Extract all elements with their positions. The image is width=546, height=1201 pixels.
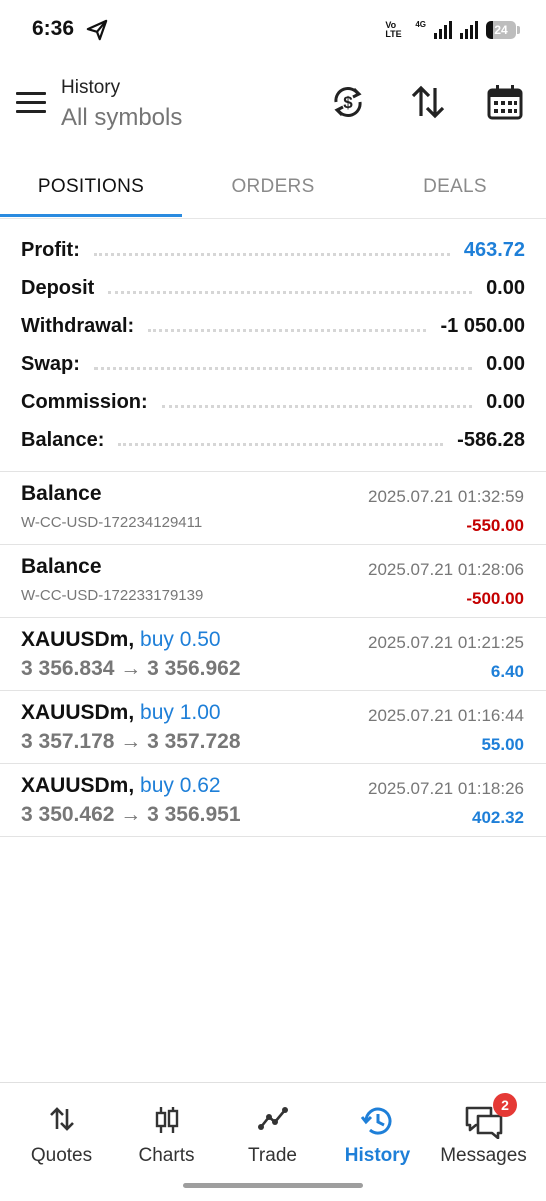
status-icons: Vo LTE 4G 24 xyxy=(385,18,520,42)
item-prices: 3 350.462 → 3 356.951 xyxy=(21,803,241,826)
send-icon xyxy=(86,19,108,41)
item-comment: W-CC-USD-172234129411 xyxy=(21,514,203,531)
item-amount: 402.32 xyxy=(472,808,524,827)
summary-value: 0.00 xyxy=(486,390,525,413)
summary-value: 0.00 xyxy=(486,352,525,375)
summary-row-balance: Balance: -586.28 xyxy=(21,421,525,459)
battery-icon: 24 xyxy=(486,21,520,39)
item-title: Balance xyxy=(21,555,102,578)
dotted-leader xyxy=(108,290,473,294)
nav-label: Quotes xyxy=(30,1145,93,1166)
item-amount: 55.00 xyxy=(481,735,524,754)
tab-positions[interactable]: POSITIONS xyxy=(0,158,182,216)
summary-label: Balance: xyxy=(21,428,105,451)
summary-row-commission: Commission: 0.00 xyxy=(21,383,525,421)
summary-label: Profit: xyxy=(21,238,80,261)
nav-label: Messages xyxy=(440,1145,527,1166)
item-comment: W-CC-USD-172233179139 xyxy=(21,587,204,604)
summary-label: Deposit xyxy=(21,276,95,299)
nav-messages[interactable]: 2 Messages xyxy=(429,1083,538,1183)
list-item[interactable]: XAUUSDm, buy 0.62 3 350.462 → 3 356.951 … xyxy=(0,764,546,837)
item-title: XAUUSDm, buy 1.00 xyxy=(21,701,221,724)
trade-side: buy 1.00 xyxy=(140,701,221,724)
item-title: XAUUSDm, buy 0.50 xyxy=(21,628,221,651)
summary-value: -586.28 xyxy=(457,428,525,451)
item-title: XAUUSDm, buy 0.62 xyxy=(21,774,221,797)
trade-side: buy 0.62 xyxy=(140,774,221,797)
item-title: Balance xyxy=(21,482,102,505)
battery-level: 24 xyxy=(494,23,508,37)
signal-icon xyxy=(434,21,452,39)
summary-row-swap: Swap: 0.00 xyxy=(21,345,525,383)
nav-label: History xyxy=(344,1145,411,1166)
quotes-arrows-icon xyxy=(49,1107,74,1131)
dotted-leader xyxy=(148,328,427,332)
item-time: 2025.07.21 01:32:59 xyxy=(368,487,524,506)
network-type: 4G xyxy=(415,19,426,29)
trade-side: buy 0.50 xyxy=(140,628,221,651)
item-time: 2025.07.21 01:18:26 xyxy=(368,779,524,798)
home-indicator[interactable] xyxy=(183,1183,363,1188)
tab-orders[interactable]: ORDERS xyxy=(182,158,364,216)
list-item[interactable]: XAUUSDm, buy 1.00 3 357.178 → 3 357.728 … xyxy=(0,691,546,764)
dotted-leader xyxy=(93,366,473,370)
trade-line-icon xyxy=(257,1107,288,1130)
nav-trade[interactable]: Trade xyxy=(218,1083,327,1183)
nav-label: Charts xyxy=(138,1145,195,1166)
nav-charts[interactable]: Charts xyxy=(112,1083,221,1183)
status-time: 6:36 xyxy=(32,17,75,40)
nav-quotes[interactable]: Quotes xyxy=(7,1083,116,1183)
svg-text:$: $ xyxy=(343,93,353,112)
summary-row-profit: Profit: 463.72 xyxy=(21,231,525,269)
symbol-filter[interactable]: All symbols xyxy=(61,104,182,132)
signal-icon-2 xyxy=(460,21,478,39)
history-clock-icon xyxy=(360,1107,391,1135)
nav-history[interactable]: History xyxy=(323,1083,432,1183)
item-amount: -550.00 xyxy=(466,516,524,535)
page-title: History xyxy=(61,77,121,98)
volte-indicator: Vo LTE xyxy=(385,20,402,39)
tab-deals[interactable]: DEALS xyxy=(364,158,546,216)
dotted-leader xyxy=(118,442,444,446)
summary-value: 463.72 xyxy=(463,238,525,261)
summary-label: Withdrawal: xyxy=(21,314,135,337)
calendar-icon[interactable] xyxy=(485,82,525,122)
unread-badge: 2 xyxy=(493,1093,517,1117)
history-tabs: POSITIONS ORDERS DEALS xyxy=(0,158,546,219)
list-item[interactable]: XAUUSDm, buy 0.50 3 356.834 → 3 356.962 … xyxy=(0,618,546,691)
currency-sync-icon[interactable]: $ xyxy=(328,82,368,122)
dotted-leader xyxy=(93,252,450,256)
item-prices: 3 356.834 → 3 356.962 xyxy=(21,657,241,680)
dotted-leader xyxy=(161,404,473,408)
summary-value: -1 050.00 xyxy=(440,314,525,337)
summary-value: 0.00 xyxy=(486,276,525,299)
item-prices: 3 357.178 → 3 357.728 xyxy=(21,730,241,753)
summary-row-deposit: Deposit 0.00 xyxy=(21,269,525,307)
candlestick-icon xyxy=(155,1107,178,1133)
item-time: 2025.07.21 01:28:06 xyxy=(368,560,524,579)
item-amount: -500.00 xyxy=(466,589,524,608)
list-item[interactable]: Balance W-CC-USD-172233179139 2025.07.21… xyxy=(0,545,546,618)
item-amount: 6.40 xyxy=(490,662,524,681)
app-header: History All symbols $ xyxy=(0,64,546,144)
item-time: 2025.07.21 01:21:25 xyxy=(368,633,524,652)
item-time: 2025.07.21 01:16:44 xyxy=(368,706,524,725)
summary-row-withdrawal: Withdrawal: -1 050.00 xyxy=(21,307,525,345)
summary-label: Commission: xyxy=(21,390,148,413)
sort-icon[interactable] xyxy=(408,82,448,122)
list-item[interactable]: Balance W-CC-USD-172234129411 2025.07.21… xyxy=(0,472,546,545)
summary-label: Swap: xyxy=(21,352,80,375)
nav-label: Trade xyxy=(248,1145,297,1166)
active-tab-indicator xyxy=(0,214,182,217)
status-bar: 6:36 Vo LTE 4G 24 xyxy=(0,0,546,60)
menu-icon[interactable] xyxy=(16,92,46,114)
